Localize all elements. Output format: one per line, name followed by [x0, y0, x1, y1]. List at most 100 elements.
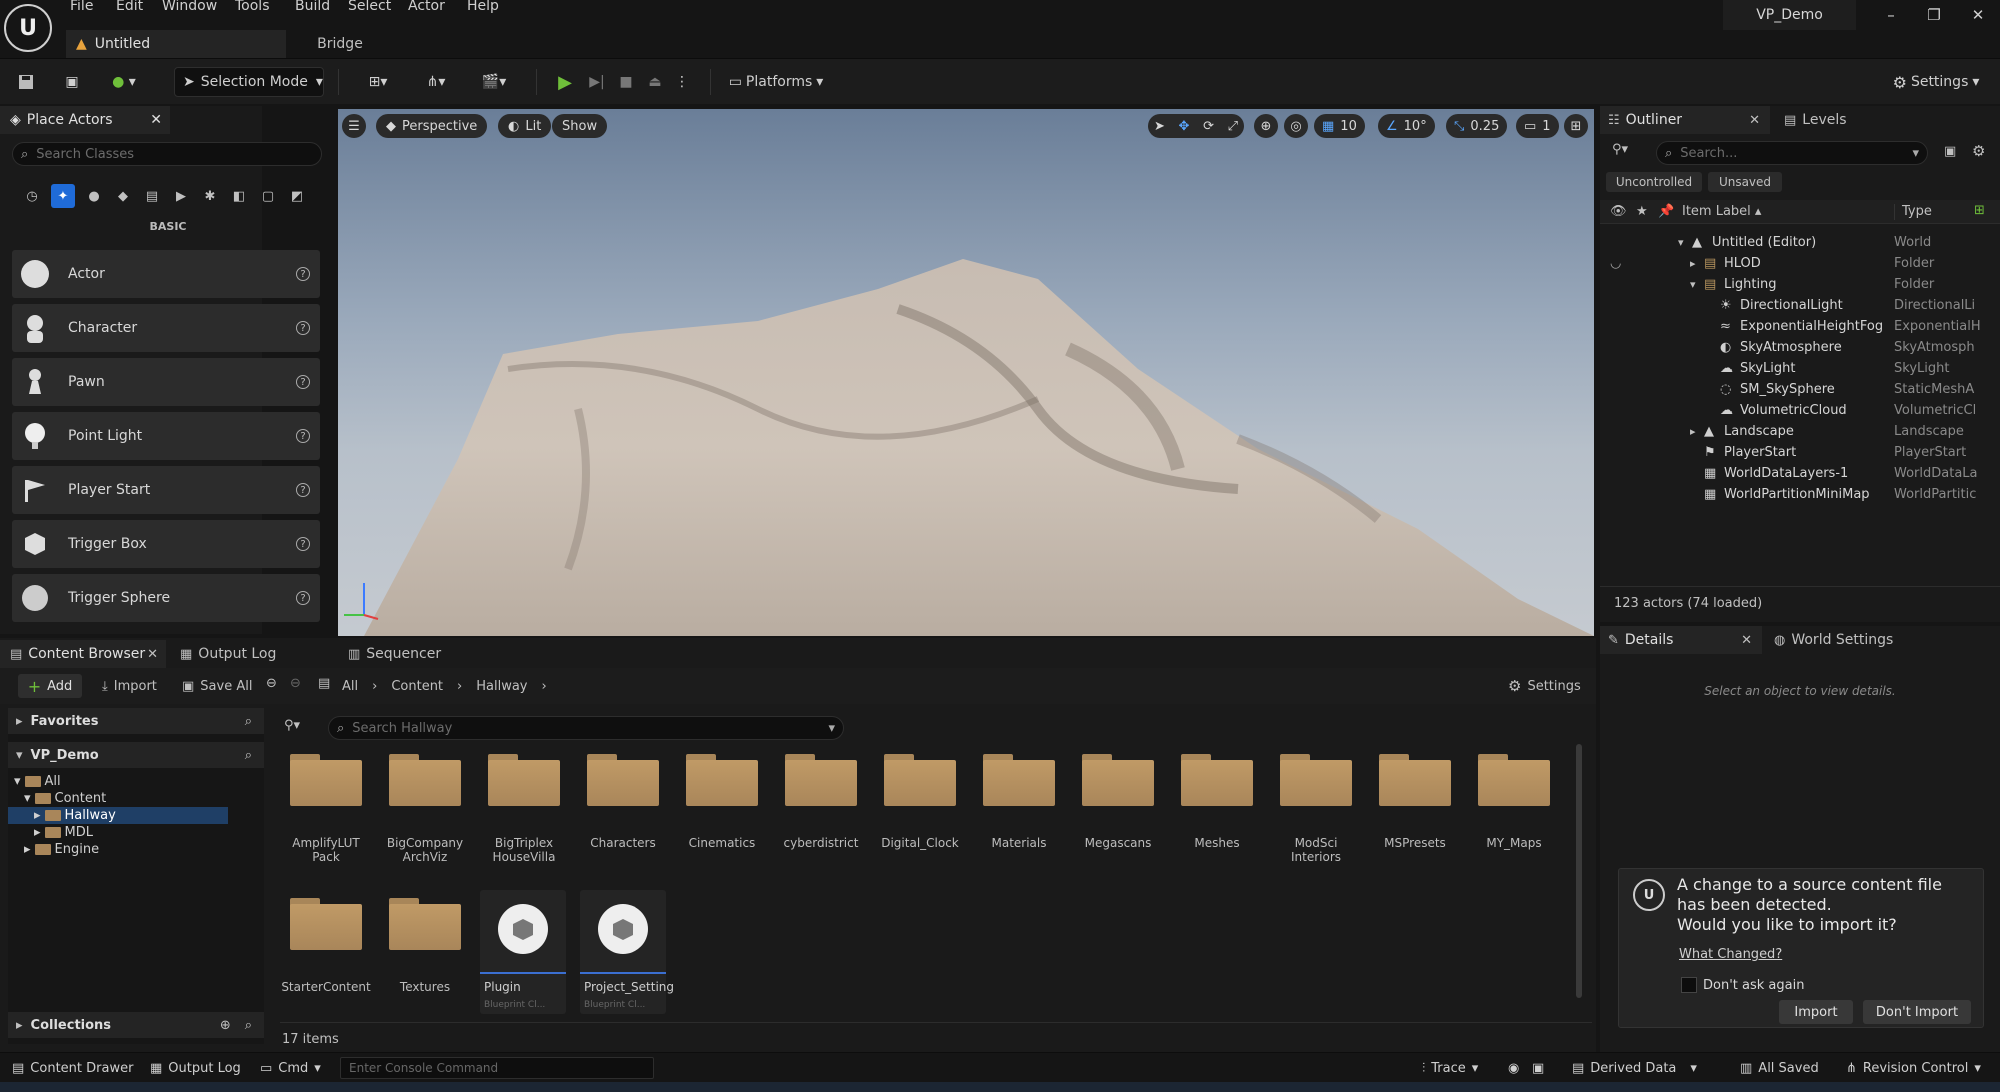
- menu-edit[interactable]: Edit: [116, 0, 143, 14]
- outliner-row[interactable]: ☁ SkyLight SkyLight: [1600, 358, 2000, 379]
- volumes-icon[interactable]: ◧: [229, 189, 249, 204]
- perspective-button[interactable]: ◆ Perspective: [376, 114, 488, 138]
- outliner-row[interactable]: ▦ WorldPartitionMiniMap WorldPartitic: [1600, 484, 2000, 505]
- tree-mdl[interactable]: ▸ MDL: [34, 825, 93, 840]
- revision-control-button[interactable]: ⋔ Revision Control ▾: [1846, 1053, 1981, 1083]
- collections-header[interactable]: ▸ Collections ⊕ ⌕: [8, 1012, 264, 1038]
- menu-window[interactable]: Window: [162, 0, 217, 14]
- surface-snap-icon[interactable]: ◎: [1284, 114, 1308, 138]
- tree-engine[interactable]: ▸ Engine: [24, 842, 99, 857]
- stop-icon[interactable]: ■: [614, 67, 638, 97]
- content-browser-tab[interactable]: ▤ Content Browser ✕: [0, 640, 166, 668]
- dont-ask-checkbox[interactable]: [1681, 977, 1697, 993]
- add-column-icon[interactable]: ⊞: [1974, 203, 1985, 218]
- trigger-box-item[interactable]: Trigger Box ?: [12, 520, 320, 568]
- add-button[interactable]: + Add: [18, 674, 82, 698]
- col-type[interactable]: Type: [1892, 204, 1932, 219]
- outliner-tab[interactable]: ☷ Outliner ✕: [1600, 106, 1770, 134]
- grid-snap-button[interactable]: ▦ 10: [1314, 114, 1365, 138]
- add-actor-icon[interactable]: ⊞▾: [356, 67, 400, 97]
- rotate-tool-icon[interactable]: ⟳: [1203, 119, 1214, 134]
- folder-item[interactable]: Textures: [387, 898, 483, 1008]
- menu-actor[interactable]: Actor: [408, 0, 445, 14]
- trigger-sphere-item[interactable]: Trigger Sphere ?: [12, 574, 320, 622]
- outliner-row[interactable]: ▦ WorldDataLayers-1 WorldDataLa: [1600, 463, 2000, 484]
- world-settings-tab[interactable]: ◍ World Settings: [1774, 626, 1893, 654]
- sequencer-tab[interactable]: ▥ Sequencer: [348, 640, 441, 668]
- close-window-icon[interactable]: ✕: [1956, 0, 2000, 30]
- folder-item[interactable]: cyberdistrict: [783, 754, 879, 864]
- play-icon[interactable]: ▶: [552, 67, 578, 97]
- chevron-down-icon[interactable]: ▾: [1690, 278, 1696, 291]
- dont-ask-checkbox-row[interactable]: Don't ask again: [1681, 977, 1804, 993]
- character-item[interactable]: Character ?: [12, 304, 320, 352]
- folder-item[interactable]: Megascans: [1080, 754, 1176, 864]
- crumb-content[interactable]: Content: [391, 679, 443, 694]
- folder-item[interactable]: Meshes: [1179, 754, 1275, 864]
- cb-settings-button[interactable]: ⚙ Settings: [1508, 676, 1581, 696]
- filter-icon[interactable]: ⚲▾: [1612, 142, 1642, 164]
- favorites-header[interactable]: ▸ Favorites ⌕: [8, 708, 264, 734]
- outliner-row[interactable]: ◌ SM_SkySphere StaticMeshA: [1600, 379, 2000, 400]
- help-icon[interactable]: ?: [296, 483, 310, 497]
- close-tab-icon[interactable]: ✕: [1749, 113, 1760, 128]
- content-drawer-button[interactable]: ▤ Content Drawer: [12, 1053, 133, 1083]
- viewport-menu-icon[interactable]: ☰: [342, 114, 366, 138]
- search-icon[interactable]: ⌕: [245, 714, 252, 729]
- cinematic-icon[interactable]: ▤: [142, 189, 162, 204]
- chevron-right-icon[interactable]: ▸: [1690, 257, 1696, 270]
- forward-icon[interactable]: ⊖: [290, 676, 301, 691]
- blueprint-icon[interactable]: ⋔▾: [414, 67, 458, 97]
- back-icon[interactable]: ⊖: [266, 676, 277, 691]
- uncontrolled-filter[interactable]: Uncontrolled: [1606, 172, 1702, 192]
- camera-speed-button[interactable]: ▭ 1: [1516, 114, 1559, 138]
- platforms-dropdown[interactable]: ▭ Platforms ▾: [724, 67, 828, 97]
- star-icon[interactable]: ★: [1636, 204, 1648, 219]
- unreal-logo-icon[interactable]: U: [4, 4, 52, 52]
- folder-item[interactable]: Digital_Clock: [881, 754, 978, 864]
- search-icon[interactable]: ⌕: [245, 1018, 252, 1033]
- gear-icon[interactable]: ⚙: [1972, 142, 1985, 160]
- crumb-hallway[interactable]: Hallway: [476, 679, 527, 694]
- tab-untitled-level[interactable]: ▲ Untitled: [66, 30, 286, 58]
- console-input[interactable]: Enter Console Command: [340, 1057, 654, 1079]
- source-control-icon[interactable]: ● ▾: [104, 67, 144, 97]
- select-tool-icon[interactable]: ➤: [1154, 119, 1165, 134]
- outliner-row[interactable]: ▾ ▤ Lighting Folder: [1600, 274, 2000, 295]
- outliner-row[interactable]: ◐ SkyAtmosphere SkyAtmosph: [1600, 337, 2000, 358]
- output-log-tab[interactable]: ▦ Output Log: [180, 640, 276, 668]
- show-button[interactable]: Show: [552, 114, 608, 138]
- tree-content[interactable]: ▾ Content: [24, 791, 106, 806]
- help-icon[interactable]: ?: [296, 375, 310, 389]
- angle-snap-button[interactable]: ∠ 10°: [1378, 114, 1435, 138]
- outliner-row[interactable]: ☀ DirectionalLight DirectionalLi: [1600, 295, 2000, 316]
- content-source-icon[interactable]: ▣: [60, 67, 84, 97]
- pin-icon[interactable]: 📌: [1658, 204, 1674, 219]
- project-header[interactable]: ▾ VP_Demo ⌕: [8, 742, 264, 768]
- import-button[interactable]: Import: [1779, 1000, 1853, 1024]
- outliner-search-input[interactable]: ⌕ Search... ▾: [1656, 141, 1928, 165]
- output-log-button[interactable]: ▦ Output Log: [150, 1053, 241, 1083]
- menu-help[interactable]: Help: [467, 0, 499, 14]
- restore-icon[interactable]: ❐: [1912, 0, 1956, 30]
- cmd-dropdown[interactable]: ▭ Cmd ▾: [260, 1053, 321, 1083]
- pawn-item[interactable]: Pawn ?: [12, 358, 320, 406]
- save-icon[interactable]: [14, 67, 38, 97]
- scale-tool-icon[interactable]: ⤢: [1228, 119, 1238, 134]
- add-collection-icon[interactable]: ⊕: [220, 1018, 231, 1033]
- outliner-row[interactable]: ◡ ▸ ▤ HLOD Folder: [1600, 253, 2000, 274]
- place-actors-tab[interactable]: ◈ Place Actors ✕: [0, 106, 170, 134]
- folder-item[interactable]: ModSci Interiors: [1278, 754, 1374, 864]
- visual-effects-icon[interactable]: ▶: [171, 189, 191, 204]
- tree-hallway[interactable]: ▸ Hallway: [8, 807, 228, 824]
- chevron-down-icon[interactable]: ▾: [1678, 236, 1684, 249]
- close-tab-icon[interactable]: ✕: [147, 647, 158, 662]
- recent-icon[interactable]: ◷: [22, 189, 42, 204]
- shapes-icon[interactable]: ◆: [113, 189, 133, 204]
- outliner-row[interactable]: ≈ ExponentialHeightFog ExponentialH: [1600, 316, 2000, 337]
- selection-mode-dropdown[interactable]: ➤ Selection Mode ▾: [174, 67, 324, 97]
- basic-icon[interactable]: ✦: [51, 184, 75, 208]
- world-space-icon[interactable]: ⊕: [1254, 114, 1278, 138]
- minimize-icon[interactable]: –: [1869, 0, 1913, 30]
- geometry-icon[interactable]: ✱: [200, 189, 220, 204]
